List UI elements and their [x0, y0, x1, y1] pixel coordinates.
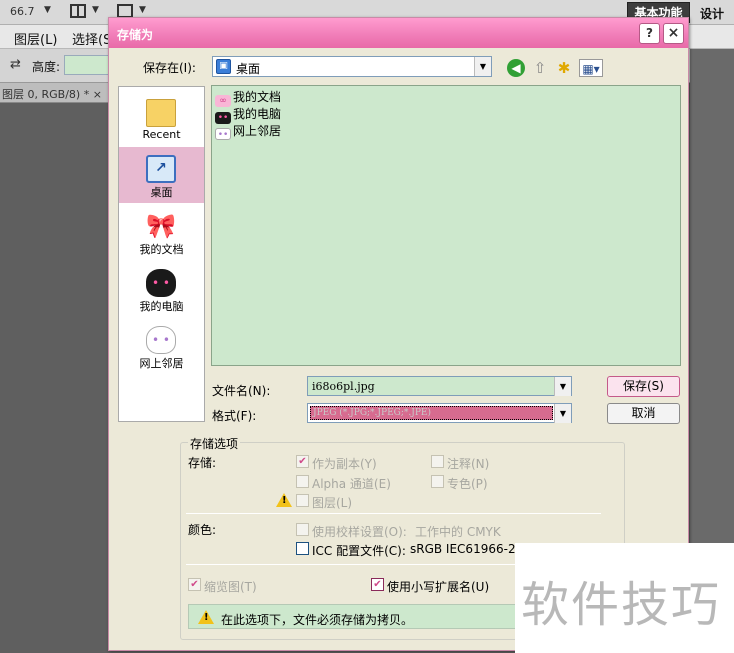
notes-checkbox[interactable] [431, 455, 444, 468]
zoom-level[interactable]: 66.7 [10, 5, 35, 18]
place-label: 我的电脑 [139, 300, 184, 313]
cancel-button[interactable]: 取消 [607, 403, 680, 424]
proof-label: 使用校样设置(O): [312, 525, 407, 539]
place-desktop[interactable]: ↗ 桌面 [119, 147, 204, 203]
layers-label: 图层(L) [312, 496, 353, 510]
white-kitty-icon: • • [146, 326, 176, 354]
list-item[interactable]: •• 网上邻居 [215, 122, 282, 140]
arrange-documents-icon[interactable] [70, 4, 86, 18]
lowercase-label: 使用小写扩展名(U) [387, 580, 490, 594]
folder-icon [146, 99, 176, 127]
file-name: 网上邻居 [233, 124, 282, 138]
chevron-down-icon[interactable]: ▼ [92, 5, 99, 15]
spot-checkbox[interactable] [431, 475, 444, 488]
save-label: 存储: [188, 456, 217, 470]
icc-checkbox[interactable] [296, 542, 309, 555]
menu-layer[interactable]: 图层(L) [14, 29, 57, 48]
file-list[interactable]: ∞ 我的文档 •• 我的电脑 •• 网上邻居 [211, 85, 681, 366]
help-button[interactable]: ? [639, 23, 660, 44]
workspace-design-button[interactable]: 设计 [700, 5, 724, 22]
divider [186, 513, 601, 514]
warning-mark: ! [282, 495, 287, 506]
as-copy-label: 作为副本(Y) [312, 457, 377, 471]
up-folder-icon[interactable]: ⇧ [531, 59, 549, 77]
places-bar: Recent ↗ 桌面 🎀 我的文档 • • 我的电脑 • • 网上邻居 [118, 86, 205, 422]
icc-value: sRGB IEC61966-2.1 [410, 542, 528, 556]
lowercase-checkbox[interactable]: ✔ [371, 578, 384, 591]
save-in-value: 桌面 [236, 62, 261, 76]
file-name: 我的电脑 [233, 107, 282, 121]
height-input[interactable] [64, 55, 110, 75]
warning-mark: ! [204, 612, 209, 623]
place-my-computer[interactable]: • • 我的电脑 [119, 261, 204, 317]
filename-input[interactable]: i68o6pl.jpg ▼ [307, 376, 572, 396]
view-menu-icon[interactable]: ▦▾ [579, 59, 603, 77]
chevron-down-icon[interactable]: ▼ [139, 5, 146, 15]
place-network[interactable]: • • 网上邻居 [119, 318, 204, 374]
alpha-label: Alpha 通道(E) [312, 477, 391, 491]
dialog-titlebar[interactable]: 存储为 ? × [109, 18, 688, 48]
format-dropdown[interactable]: JPEG (*.JPG;*.JPEG;*.JPE) ▼ [307, 403, 572, 423]
place-label: 桌面 [150, 186, 173, 199]
list-item[interactable]: ∞ 我的文档 [215, 88, 282, 107]
alpha-checkbox[interactable] [296, 475, 309, 488]
format-label: 格式(F): [212, 409, 257, 423]
layers-checkbox[interactable] [296, 494, 309, 507]
save-button[interactable]: 保存(S) [607, 376, 680, 397]
icc-label: ICC 配置文件(C): [312, 544, 406, 558]
warning-text: 在此选项下，文件必须存储为拷贝。 [221, 613, 414, 627]
format-value: JPEG (*.JPG;*.JPEG;*.JPE) [310, 406, 553, 420]
menu-select[interactable]: 选择(S [72, 29, 111, 48]
desktop-icon: ↗ [146, 155, 176, 183]
white-kitty-icon: •• [215, 128, 231, 140]
as-copy-checkbox[interactable]: ✔ [296, 455, 309, 468]
place-recent[interactable]: Recent [119, 91, 204, 147]
save-options-title: 存储选项 [188, 435, 241, 452]
spot-label: 专色(P) [447, 477, 488, 491]
save-in-label: 保存在(I): [143, 61, 196, 75]
close-button[interactable]: × [663, 23, 684, 44]
thumbnail-checkbox[interactable]: ✔ [188, 578, 201, 591]
color-label: 颜色: [188, 523, 217, 537]
watermark-panel: 软件技巧 [515, 543, 734, 653]
black-kitty-icon: • • [146, 269, 176, 297]
filename-label: 文件名(N): [212, 384, 271, 398]
place-my-documents[interactable]: 🎀 我的文档 [119, 204, 204, 260]
desktop-icon: ▣ [216, 59, 231, 74]
watermark-text: 软件技巧 [521, 577, 722, 633]
chevron-down-icon[interactable]: ▼ [554, 377, 571, 396]
new-folder-icon[interactable]: ✱ [555, 59, 573, 77]
notes-label: 注释(N) [447, 457, 490, 471]
chevron-down-icon[interactable]: ▼ [474, 57, 491, 76]
place-label: 我的文档 [139, 243, 184, 256]
file-name: 我的文档 [233, 90, 282, 104]
filename-value: i68o6pl.jpg [312, 380, 375, 393]
screen-mode-icon[interactable] [117, 4, 133, 18]
pink-bow-icon: 🎀 [146, 212, 176, 240]
place-label: Recent [142, 128, 181, 141]
chevron-down-icon[interactable]: ▼ [44, 5, 51, 15]
warning-note: ! 在此选项下，文件必须存储为拷贝。 [188, 604, 518, 629]
document-tab[interactable]: 图层 0, RGB/8) * × [0, 83, 110, 103]
list-item[interactable]: •• 我的电脑 [215, 105, 282, 124]
save-in-dropdown[interactable]: ▣ 桌面 ▼ [212, 56, 492, 77]
height-label: 高度: [32, 60, 61, 74]
back-icon[interactable]: ◀ [507, 59, 525, 77]
proof-value: 工作中的 CMYK [415, 525, 501, 539]
dialog-title: 存储为 [117, 28, 154, 42]
place-label: 网上邻居 [139, 357, 184, 370]
swap-icon[interactable]: ⇄ [10, 57, 21, 72]
proof-checkbox[interactable] [296, 523, 309, 536]
thumbnail-label: 缩览图(T) [204, 580, 257, 594]
chevron-down-icon[interactable]: ▼ [554, 404, 571, 423]
